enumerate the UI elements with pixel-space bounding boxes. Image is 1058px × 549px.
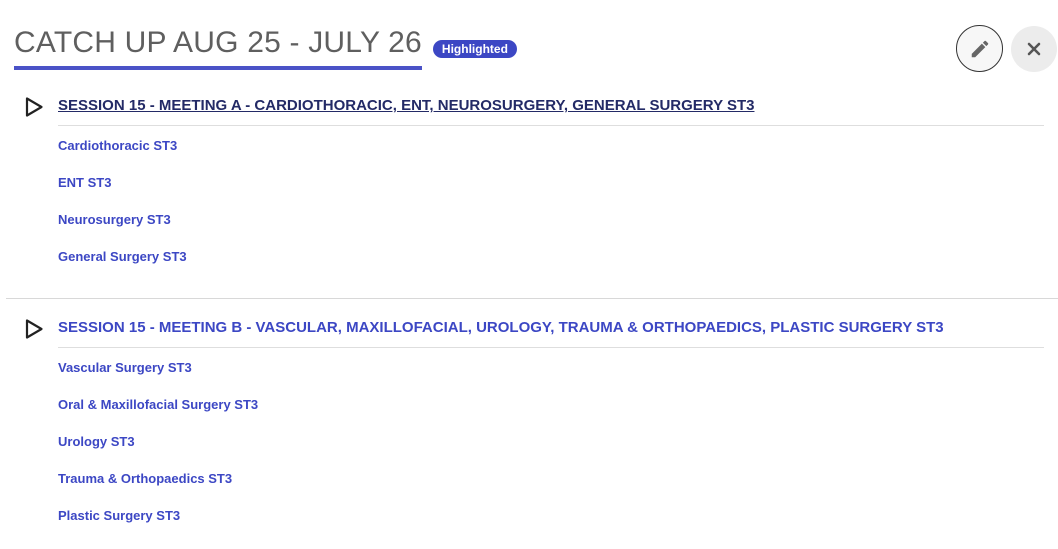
edit-button[interactable] bbox=[956, 25, 1003, 72]
page-title: CATCH UP AUG 25 - JULY 26 bbox=[14, 24, 422, 70]
play-icon[interactable] bbox=[24, 318, 44, 340]
section-divider bbox=[6, 298, 1058, 299]
session-title[interactable]: SESSION 15 - MEETING A - CARDIOTHORACIC,… bbox=[58, 97, 754, 115]
session-item[interactable]: Urology ST3 bbox=[58, 434, 258, 471]
session-item[interactable]: Plastic Surgery ST3 bbox=[58, 508, 258, 545]
play-icon[interactable] bbox=[24, 96, 44, 118]
session-item[interactable]: Cardiothoracic ST3 bbox=[58, 138, 187, 175]
highlighted-badge: Highlighted bbox=[432, 40, 517, 58]
session-item[interactable]: Oral & Maxillofacial Surgery ST3 bbox=[58, 397, 258, 434]
pencil-icon bbox=[971, 40, 988, 57]
session-header-divider bbox=[58, 347, 1044, 348]
close-icon bbox=[1027, 42, 1041, 56]
session-item[interactable]: Trauma & Orthopaedics ST3 bbox=[58, 471, 258, 508]
session-item[interactable]: Vascular Surgery ST3 bbox=[58, 360, 258, 397]
session-item-list: Cardiothoracic ST3 ENT ST3 Neurosurgery … bbox=[58, 138, 187, 286]
session-header-divider bbox=[58, 125, 1044, 126]
session-title[interactable]: SESSION 15 - MEETING B - VASCULAR, MAXIL… bbox=[58, 319, 944, 337]
page-header: CATCH UP AUG 25 - JULY 26 Highlighted bbox=[14, 24, 517, 70]
close-button[interactable] bbox=[1011, 26, 1057, 72]
session-item[interactable]: Neurosurgery ST3 bbox=[58, 212, 187, 249]
session-item[interactable]: General Surgery ST3 bbox=[58, 249, 187, 286]
catch-up-page: CATCH UP AUG 25 - JULY 26 Highlighted SE… bbox=[0, 0, 1058, 549]
session-item-list: Vascular Surgery ST3 Oral & Maxillofacia… bbox=[58, 360, 258, 545]
session-item[interactable]: ENT ST3 bbox=[58, 175, 187, 212]
